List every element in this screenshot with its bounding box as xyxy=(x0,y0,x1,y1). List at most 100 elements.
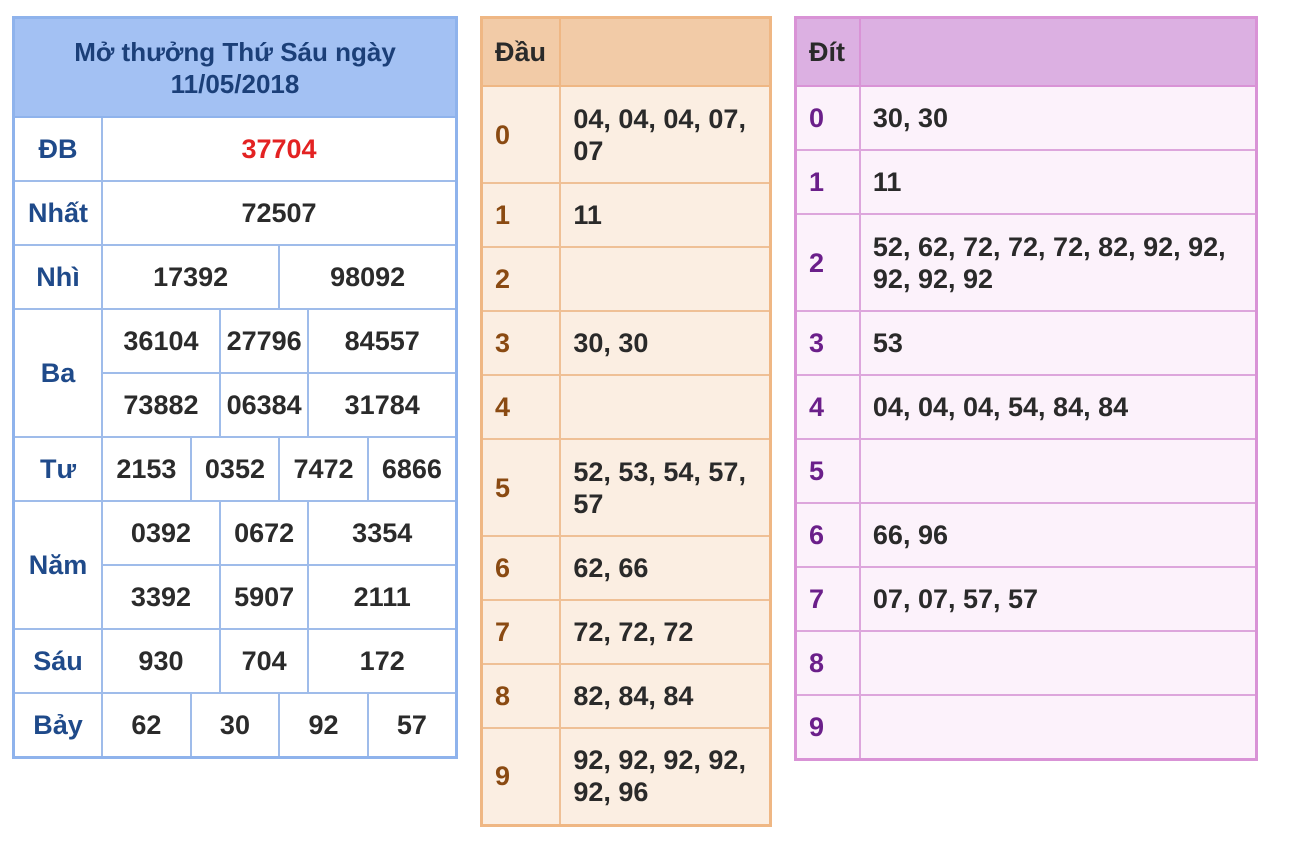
dau-value: 11 xyxy=(559,182,772,248)
dau-row: 8 82, 84, 84 xyxy=(480,663,772,729)
prize-number: 72507 xyxy=(101,180,458,246)
prize-row-third: Ba 36104 27796 84557 xyxy=(12,308,458,438)
dau-key: 6 xyxy=(480,535,562,601)
dau-value xyxy=(559,374,772,440)
prize-number: 7472 xyxy=(278,436,369,502)
dau-table: Đầu 0 04, 04, 04, 07, 07 1 11 2 3 30, 30 4 … xyxy=(480,16,772,827)
prize-label: Tư xyxy=(12,436,104,502)
prize-number: 2111 xyxy=(307,564,458,630)
dit-row: 8 xyxy=(794,630,1258,696)
dit-key: 8 xyxy=(794,630,861,696)
prize-row-fourth: Tư 2153 0352 7472 6866 xyxy=(12,436,458,502)
prize-row-first: Nhất 72507 xyxy=(12,180,458,246)
prize-number: 30 xyxy=(189,692,281,759)
dau-row: 6 62, 66 xyxy=(480,535,772,601)
prize-number: 27796 xyxy=(218,308,310,374)
prize-number: 2153 xyxy=(101,436,192,502)
prize-label: Nhất xyxy=(12,180,104,246)
prize-number: 930 xyxy=(101,628,221,694)
dit-row: 7 07, 07, 57, 57 xyxy=(794,566,1258,632)
dit-row: 5 xyxy=(794,438,1258,504)
dit-key: 2 xyxy=(794,213,861,312)
prize-number: 84557 xyxy=(307,308,458,374)
prize-label: Bảy xyxy=(12,692,104,759)
prize-number: 6866 xyxy=(366,436,458,502)
dit-row: 0 30, 30 xyxy=(794,85,1258,151)
dau-header: Đầu xyxy=(480,16,562,87)
dit-row: 6 66, 96 xyxy=(794,502,1258,568)
dit-value: 04, 04, 04, 54, 84, 84 xyxy=(858,374,1258,440)
dau-value: 30, 30 xyxy=(559,310,772,376)
dau-key: 0 xyxy=(480,85,562,184)
prize-row-seventh: Bảy 62 30 92 57 xyxy=(12,692,458,759)
dau-key: 4 xyxy=(480,374,562,440)
prize-number: 62 xyxy=(101,692,192,759)
dit-table: Đít 0 30, 30 1 11 2 52, 62, 72, 72, 72, 82,… xyxy=(794,16,1258,761)
dit-header: Đít xyxy=(794,16,861,87)
dit-value xyxy=(858,438,1258,504)
dau-value xyxy=(559,246,772,312)
dit-value: 11 xyxy=(858,149,1258,215)
prize-number: 31784 xyxy=(307,372,458,438)
dit-key: 1 xyxy=(794,149,861,215)
prize-number: 57 xyxy=(366,692,458,759)
dau-row: 1 11 xyxy=(480,182,772,248)
dit-key: 6 xyxy=(794,502,861,568)
dau-row: 4 xyxy=(480,374,772,440)
dau-value: 52, 53, 54, 57, 57 xyxy=(559,438,772,537)
dau-row: 5 52, 53, 54, 57, 57 xyxy=(480,438,772,537)
dau-key: 9 xyxy=(480,727,562,826)
prize-label: Sáu xyxy=(12,628,104,694)
prize-number: 704 xyxy=(218,628,310,694)
prize-row-fifth: Năm 0392 0672 3354 xyxy=(12,500,458,630)
dit-row: 2 52, 62, 72, 72, 72, 82, 92, 92, 92, 92,… xyxy=(794,213,1258,312)
dau-key: 7 xyxy=(480,599,562,665)
dit-header-blank xyxy=(858,16,1258,87)
prize-number: 0392 xyxy=(101,500,221,566)
dit-key: 7 xyxy=(794,566,861,632)
dau-value: 72, 72, 72 xyxy=(559,599,772,665)
dau-header-blank xyxy=(559,16,772,87)
prize-number: 5907 xyxy=(218,564,310,630)
dau-row: 7 72, 72, 72 xyxy=(480,599,772,665)
prize-number: 0352 xyxy=(189,436,281,502)
dit-value xyxy=(858,630,1258,696)
dit-row: 1 11 xyxy=(794,149,1258,215)
prize-number: 3354 xyxy=(307,500,458,566)
prize-number: 06384 xyxy=(218,372,310,438)
prize-number: 98092 xyxy=(278,244,458,310)
dit-value: 53 xyxy=(858,310,1258,376)
dit-value: 52, 62, 72, 72, 72, 82, 92, 92, 92, 92, … xyxy=(858,213,1258,312)
prize-number: 0672 xyxy=(218,500,310,566)
dau-row: 2 xyxy=(480,246,772,312)
prize-number: 73882 xyxy=(101,372,221,438)
dau-value: 04, 04, 04, 07, 07 xyxy=(559,85,772,184)
prize-row-special: ĐB 37704 xyxy=(12,116,458,182)
dau-key: 1 xyxy=(480,182,562,248)
prize-number: 17392 xyxy=(101,244,281,310)
dau-key: 2 xyxy=(480,246,562,312)
dit-value xyxy=(858,694,1258,761)
dit-key: 5 xyxy=(794,438,861,504)
dit-key: 9 xyxy=(794,694,861,761)
results-title: Mở thưởng Thứ Sáu ngày 11/05/2018 xyxy=(12,16,458,118)
dit-value: 66, 96 xyxy=(858,502,1258,568)
dau-key: 5 xyxy=(480,438,562,537)
dit-value: 07, 07, 57, 57 xyxy=(858,566,1258,632)
lottery-results-table: Mở thưởng Thứ Sáu ngày 11/05/2018 ĐB 377… xyxy=(12,16,458,759)
dit-key: 3 xyxy=(794,310,861,376)
dau-value: 62, 66 xyxy=(559,535,772,601)
dau-row: 3 30, 30 xyxy=(480,310,772,376)
dau-value: 82, 84, 84 xyxy=(559,663,772,729)
prize-label: Ba xyxy=(12,308,104,438)
dau-row: 0 04, 04, 04, 07, 07 xyxy=(480,85,772,184)
prize-number: 3392 xyxy=(101,564,221,630)
dit-row: 3 53 xyxy=(794,310,1258,376)
dit-value: 30, 30 xyxy=(858,85,1258,151)
prize-label: ĐB xyxy=(12,116,104,182)
prize-label: Năm xyxy=(12,500,104,630)
dau-row: 9 92, 92, 92, 92, 92, 96 xyxy=(480,727,772,826)
prize-number: 172 xyxy=(307,628,458,694)
prize-number-special: 37704 xyxy=(101,116,458,182)
dit-row: 4 04, 04, 04, 54, 84, 84 xyxy=(794,374,1258,440)
